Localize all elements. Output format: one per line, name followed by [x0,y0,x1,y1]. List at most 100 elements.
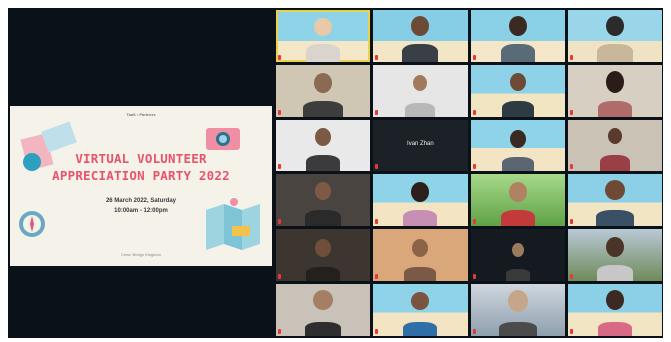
participant-body [597,321,632,336]
participant-tile[interactable] [470,64,565,117]
mic-muted-icon [375,219,379,225]
slide-illustrations [19,121,260,250]
slide-title: VIRTUAL VOLUNTEER APPRECIATION PARTY 202… [10,150,272,184]
participant-body [596,265,633,282]
participant-name: Ivan Zhan [407,141,434,148]
participant-avatar [411,182,430,203]
participant-body [500,210,535,227]
slide-credit: Crew: Bridge Kingdom [120,252,162,257]
participant-body [595,210,634,227]
participant-tile[interactable] [373,64,468,117]
participant-tile[interactable] [470,119,565,172]
participant-tile-no-video[interactable]: Ivan Zhan [373,119,468,172]
participant-body [306,155,341,172]
participant-body [597,100,632,117]
mic-muted-icon [375,274,379,280]
participant-body [501,157,534,172]
participant-body [599,155,630,172]
participant-body [501,100,534,117]
shared-screen-slide: TaaS • Partners VIRTUAL VOLUNTEER APPREC… [10,106,272,266]
participant-tile[interactable] [470,229,565,282]
participant-avatar [411,292,430,311]
participant-tile[interactable] [567,10,662,62]
mic-muted-icon [375,54,379,60]
participant-avatar [313,290,334,311]
participant-tile[interactable] [470,10,565,62]
mic-muted-icon [278,164,281,170]
mic-muted-icon [472,109,476,115]
participant-avatar [604,180,625,201]
mic-muted-icon [278,219,281,225]
mic-muted-icon [472,219,476,225]
mic-muted-icon [472,328,476,334]
participant-body [404,267,437,282]
participant-tile[interactable] [567,229,662,282]
video-call-window: TaaS • Partners VIRTUAL VOLUNTEER APPREC… [8,8,663,338]
participant-tile[interactable] [276,119,371,172]
participant-body [596,43,633,62]
participant-body [306,267,341,282]
participant-tile[interactable] [567,64,662,117]
slide-title-line1: VIRTUAL VOLUNTEER [75,151,207,166]
participant-avatar [605,237,624,258]
slide-time: 10:00am - 12:00pm [114,208,168,214]
mic-muted-icon [472,274,476,280]
mic-muted-icon [472,54,476,60]
participant-avatar [509,72,526,91]
participant-avatar [413,74,428,91]
participant-tile[interactable] [567,119,662,172]
participant-tile[interactable] [276,64,371,117]
meeting-screenshot: TaaS • Partners VIRTUAL VOLUNTEER APPREC… [0,0,671,342]
slide-date: 26 March 2022, Saturday [105,198,177,204]
participant-body [402,43,439,62]
participant-avatar [412,239,429,258]
participant-tile[interactable] [373,174,468,227]
participant-tile[interactable] [276,229,371,282]
participant-tile[interactable] [373,229,468,282]
mic-muted-icon [472,164,476,170]
mic-muted-icon [569,164,573,170]
participant-tile[interactable] [373,10,468,62]
participant-body [303,100,344,117]
participant-tile[interactable] [470,284,565,336]
participant-avatar [411,16,430,36]
participant-avatar [315,182,332,201]
slide-logos: TaaS • Partners [126,112,156,117]
participant-tile[interactable] [567,174,662,227]
participant-tile[interactable] [567,284,662,336]
participant-avatar [315,127,332,146]
participant-body [405,102,436,117]
mic-muted-icon [278,274,281,280]
mic-muted-icon [278,109,281,115]
participant-avatar [605,16,624,36]
participant-avatar [607,127,622,144]
participant-avatar [511,243,524,258]
participant-avatar [314,18,333,36]
participant-gallery: Ivan Zhan [276,10,662,336]
participant-tile[interactable] [276,284,371,336]
participant-body [403,321,438,336]
mic-muted-icon [278,54,281,60]
participant-body [500,43,535,62]
participant-avatar [605,70,624,93]
mic-muted-icon [569,274,573,280]
participant-avatar [509,129,526,148]
mic-muted-icon [375,164,379,170]
mic-muted-icon [569,328,573,334]
participant-avatar [508,182,527,203]
participant-body [498,321,537,336]
participant-avatar [507,290,528,313]
mic-muted-icon [278,328,281,334]
mic-muted-icon [569,219,573,225]
participant-tile[interactable] [470,174,565,227]
participant-body [505,269,530,282]
participant-tile[interactable] [276,174,371,227]
participant-tile[interactable] [373,284,468,336]
participant-avatar [315,239,332,258]
mic-muted-icon [569,109,573,115]
mic-muted-icon [375,328,379,334]
mic-muted-icon [375,109,379,115]
participant-body [403,210,438,227]
participant-tile[interactable] [276,10,371,62]
mic-muted-icon [569,54,573,60]
